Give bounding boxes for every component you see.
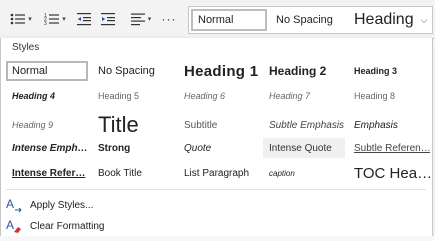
panel-divider [6, 189, 426, 190]
style-strong[interactable]: Strong [92, 138, 174, 158]
style-subtle-emphasis[interactable]: Subtle Emphasis [263, 113, 345, 137]
style-subtitle[interactable]: Subtitle [178, 113, 260, 137]
style-quote[interactable]: Quote [178, 138, 260, 158]
strip-style-normal[interactable]: Normal [191, 9, 267, 31]
style-heading-7[interactable]: Heading 7 [263, 86, 345, 106]
style-normal[interactable]: Normal [6, 61, 88, 81]
chevron-down-icon: ▾ [147, 16, 152, 23]
style-emphasis[interactable]: Emphasis [348, 113, 430, 137]
apply-styles-icon: A [6, 197, 22, 213]
styles-panel-title: Styles [12, 42, 40, 53]
style-book-title[interactable]: Book Title [92, 163, 174, 183]
strip-style-heading-1[interactable]: Heading 1 [349, 9, 419, 31]
apply-styles-label: Apply Styles... [30, 199, 94, 211]
style-no-spacing[interactable]: No Spacing [92, 61, 174, 81]
align-left-icon [130, 13, 145, 26]
svg-text:3: 3 [44, 21, 47, 26]
ribbon-toolbar: ▾ 1 2 3 ▾ ▾ ··· Normal No Spacing Headin… [0, 0, 435, 39]
styles-expand-button[interactable]: ⌵ [418, 10, 430, 30]
numbering-button[interactable]: 1 2 3 ▾ [40, 6, 70, 32]
chevron-down-icon: ⌵ [420, 14, 428, 25]
align-button[interactable]: ▾ [126, 6, 156, 32]
style-title[interactable]: Title [92, 113, 174, 137]
chevron-down-icon: ▾ [28, 16, 32, 23]
style-heading-3[interactable]: Heading 3 [348, 61, 430, 81]
clear-formatting-label: Clear Formatting [30, 220, 105, 232]
numbering-icon: 1 2 3 [44, 13, 60, 26]
decrease-indent-button[interactable] [74, 6, 94, 32]
clear-formatting-menu-item[interactable]: A Clear Formatting [6, 217, 206, 235]
document-backdrop [0, 236, 435, 241]
style-list-paragraph[interactable]: List Paragraph [178, 163, 260, 183]
style-caption[interactable]: caption [263, 163, 345, 183]
increase-indent-icon [100, 13, 115, 26]
apply-styles-menu-item[interactable]: A Apply Styles... [6, 196, 206, 214]
style-heading-2[interactable]: Heading 2 [263, 61, 345, 81]
bullets-button[interactable]: ▾ [6, 6, 36, 32]
style-heading-8[interactable]: Heading 8 [348, 86, 430, 106]
more-options-button[interactable]: ··· [158, 6, 180, 32]
style-toc-heading[interactable]: TOC Hea… [348, 163, 430, 183]
style-heading-5[interactable]: Heading 5 [92, 86, 174, 106]
style-intense-emphasis[interactable]: Intense Emph… [6, 138, 88, 158]
strip-style-no-spacing[interactable]: No Spacing [271, 9, 347, 31]
style-subtle-reference[interactable]: Subtle Referen… [348, 138, 430, 158]
style-intense-reference[interactable]: Intense Refer… [6, 163, 88, 183]
decrease-indent-icon [76, 13, 91, 26]
more-icon: ··· [161, 12, 177, 26]
chevron-down-icon: ▾ [62, 16, 66, 23]
style-heading-4[interactable]: Heading 4 [6, 86, 88, 106]
style-heading-1[interactable]: Heading 1 [178, 61, 260, 81]
style-heading-6[interactable]: Heading 6 [178, 86, 260, 106]
bullets-icon [10, 13, 26, 25]
styles-gallery: Normal No Spacing Heading 1 ⌵ [188, 6, 433, 34]
svg-text:A: A [6, 197, 14, 211]
clear-formatting-icon: A [6, 218, 22, 234]
increase-indent-button[interactable] [98, 6, 118, 32]
svg-text:A: A [6, 218, 14, 232]
style-intense-quote[interactable]: Intense Quote [263, 138, 345, 158]
style-heading-9[interactable]: Heading 9 [6, 113, 88, 137]
